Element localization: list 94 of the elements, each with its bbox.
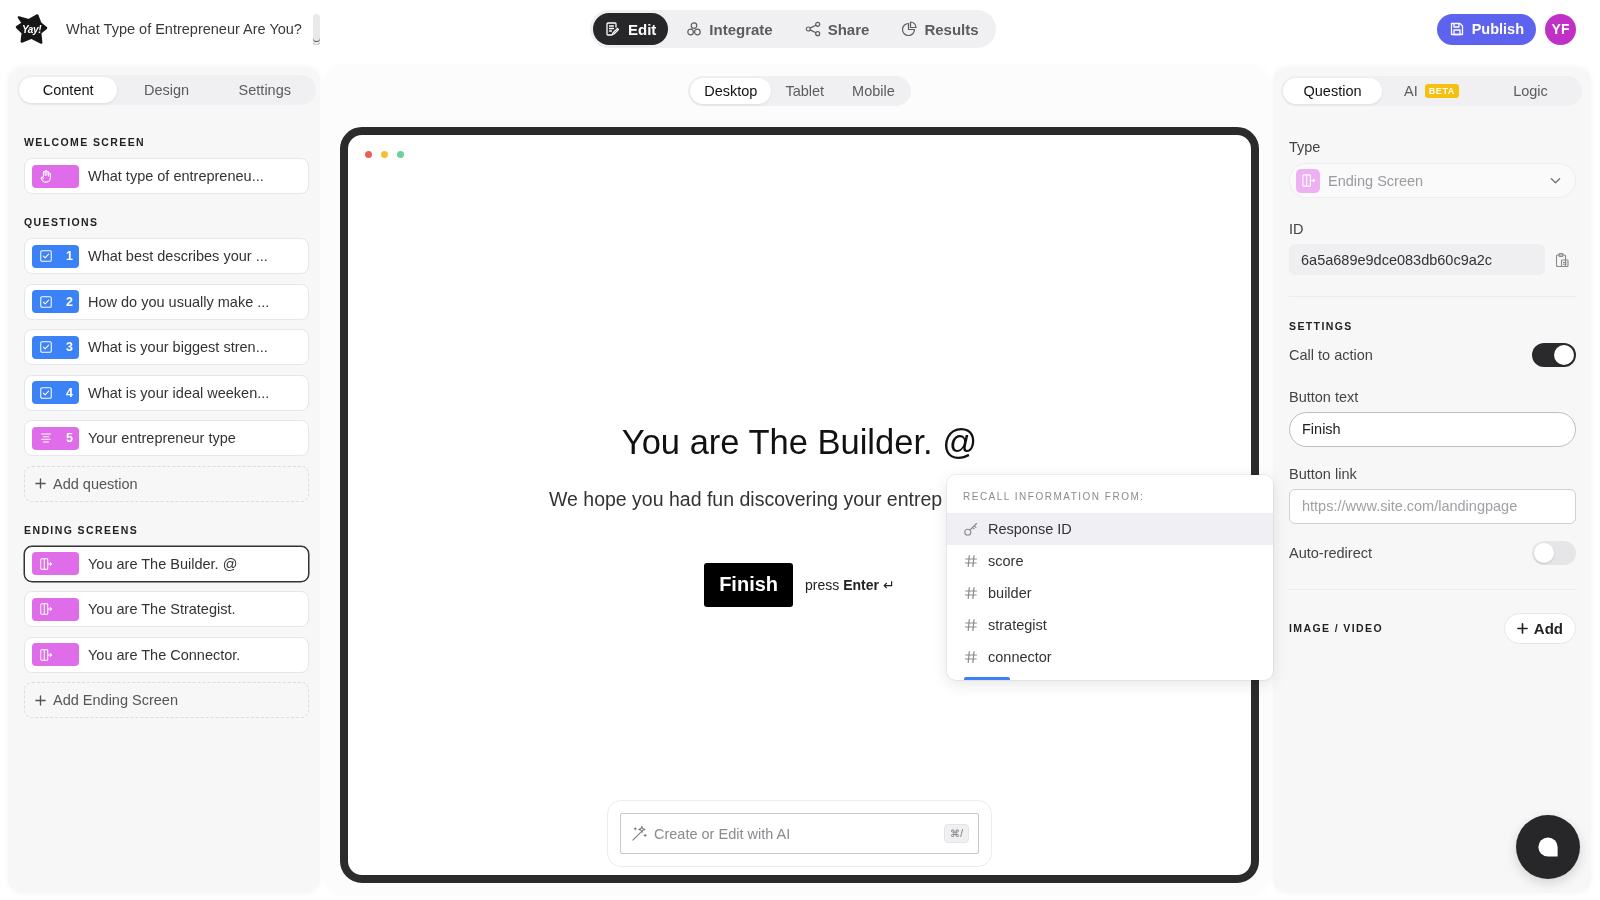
question-item[interactable]: 4 What is your ideal weeken... [24, 374, 309, 411]
text-field[interactable]: https://www.site.com/landingpage [1289, 488, 1576, 524]
finish-button[interactable]: Finish [704, 562, 794, 607]
field-label: ID [1289, 220, 1305, 238]
item-number: 2 [66, 294, 73, 309]
ending-screen-item[interactable]: You are The Strategist. [24, 591, 309, 627]
device-tab[interactable]: Mobile [838, 77, 909, 104]
section-heading: ENDING SCREENS [24, 522, 140, 537]
text-lines-icon [39, 431, 53, 445]
scroll-indicator [964, 676, 1010, 680]
mode-tab[interactable]: Edit [593, 13, 669, 45]
item-number: 1 [66, 249, 73, 263]
text-field[interactable]: Finish [1289, 411, 1576, 447]
logo: Yay! [15, 13, 48, 45]
item-number: 4 [66, 385, 73, 400]
mode-tab[interactable]: Share [790, 13, 884, 45]
toggle-switch[interactable] [1532, 541, 1576, 565]
field-label: Button text [1289, 387, 1360, 406]
exit-door-icon [39, 647, 53, 662]
panel-tab[interactable]: Design [117, 77, 216, 103]
hash-icon [963, 552, 979, 569]
ending-description: We hope you had fun discovering your entrep [549, 487, 943, 511]
shortcut-key: ⌘/ [944, 824, 969, 843]
scrollbar [312, 13, 320, 45]
menu-heading: RECALL INFORMATION FROM: [962, 490, 1146, 504]
question-item[interactable]: 3 What is your biggest stren... [24, 329, 309, 365]
menu-item[interactable]: connector [947, 640, 1273, 673]
save-icon [1448, 21, 1465, 37]
form-title[interactable]: What Type of Entrepreneur Are You? [66, 21, 302, 37]
checkbox-icon [39, 385, 53, 400]
cubes-icon [686, 21, 703, 37]
statement-item[interactable]: 5 Your entrepreneur type [24, 420, 309, 456]
ending-heading: You are The Builder. @ [621, 422, 978, 463]
panel-tab[interactable]: Content [19, 77, 118, 103]
toggle-switch[interactable] [1532, 342, 1576, 367]
add-button[interactable]: Add Ending Screen [24, 682, 309, 718]
ai-prompt-field[interactable]: Create or Edit with AI ⌘/ [620, 813, 979, 854]
hash-icon [963, 648, 979, 665]
hash-icon [963, 616, 979, 633]
question-item[interactable]: 2 How do you usually make ... [24, 283, 309, 320]
publish-button[interactable]: Publish [1436, 13, 1536, 45]
setting-label: Auto-redirect [1289, 544, 1372, 562]
hash-icon [963, 584, 979, 601]
hand-icon [39, 169, 53, 183]
menu-item[interactable]: score [947, 544, 1273, 577]
key-icon [963, 520, 979, 537]
add-media-button[interactable]: Add [1503, 612, 1576, 644]
panel-tab[interactable]: AI BETA [1382, 78, 1481, 104]
ending-screen-item[interactable]: You are The Builder. @ [24, 545, 309, 582]
window-controls-icon [364, 151, 404, 158]
section-heading: WELCOME SCREEN [24, 135, 147, 149]
device-tab[interactable]: Tablet [771, 77, 839, 104]
mode-tab[interactable]: Integrate [672, 13, 787, 45]
magic-wand-icon [631, 825, 648, 842]
checkbox-icon [39, 340, 53, 354]
menu-item[interactable]: Response ID [947, 512, 1273, 545]
pie-chart-icon [901, 21, 918, 37]
menu-item[interactable]: strategist [947, 608, 1273, 641]
panel-tab[interactable]: Settings [215, 77, 314, 103]
question-item[interactable]: 1 What best describes your ... [24, 238, 309, 274]
section-heading: QUESTIONS [24, 215, 100, 229]
checkbox-icon [39, 294, 53, 309]
panel-tab[interactable]: Logic [1481, 78, 1580, 104]
ai-prompt-input[interactable]: Create or Edit with AI [654, 819, 939, 848]
plus-icon [35, 694, 46, 706]
chat-bubble-icon [1536, 835, 1560, 859]
item-number: 3 [66, 340, 73, 354]
mode-tab[interactable]: Results [887, 13, 993, 45]
beta-badge: BETA [1424, 84, 1459, 98]
panel-tab[interactable]: Question [1283, 78, 1382, 104]
exit-door-icon [1296, 168, 1320, 193]
exit-door-icon [39, 602, 53, 616]
keyboard-hint: press Enter ↵ [805, 576, 895, 593]
field-label: Button link [1289, 465, 1358, 483]
exit-door-icon [39, 556, 53, 571]
checkbox-icon [39, 249, 53, 263]
plus-icon [35, 478, 46, 489]
plus-icon [1516, 622, 1528, 634]
section-heading: IMAGE / VIDEO [1289, 621, 1384, 635]
welcome-screen-item[interactable]: What type of entrepreneu... [24, 158, 309, 194]
share-icon [804, 21, 821, 37]
item-number: 5 [66, 431, 73, 445]
setting-label: Call to action [1289, 345, 1373, 364]
edit-icon [605, 21, 621, 37]
avatar[interactable]: YF [1545, 13, 1576, 45]
menu-item[interactable]: builder [947, 576, 1273, 609]
ending-screen-item[interactable]: You are The Connector. [24, 636, 309, 673]
device-tab[interactable]: Desktop [690, 77, 772, 104]
section-heading: SETTINGS [1289, 319, 1354, 333]
id-field[interactable]: 6a5a689e9dce083db60c9a2c [1289, 244, 1545, 275]
field-label: Type [1289, 137, 1322, 156]
copy-icon[interactable] [1554, 251, 1570, 268]
add-button[interactable]: Add question [24, 465, 309, 502]
chevron-down-icon [1550, 176, 1561, 185]
